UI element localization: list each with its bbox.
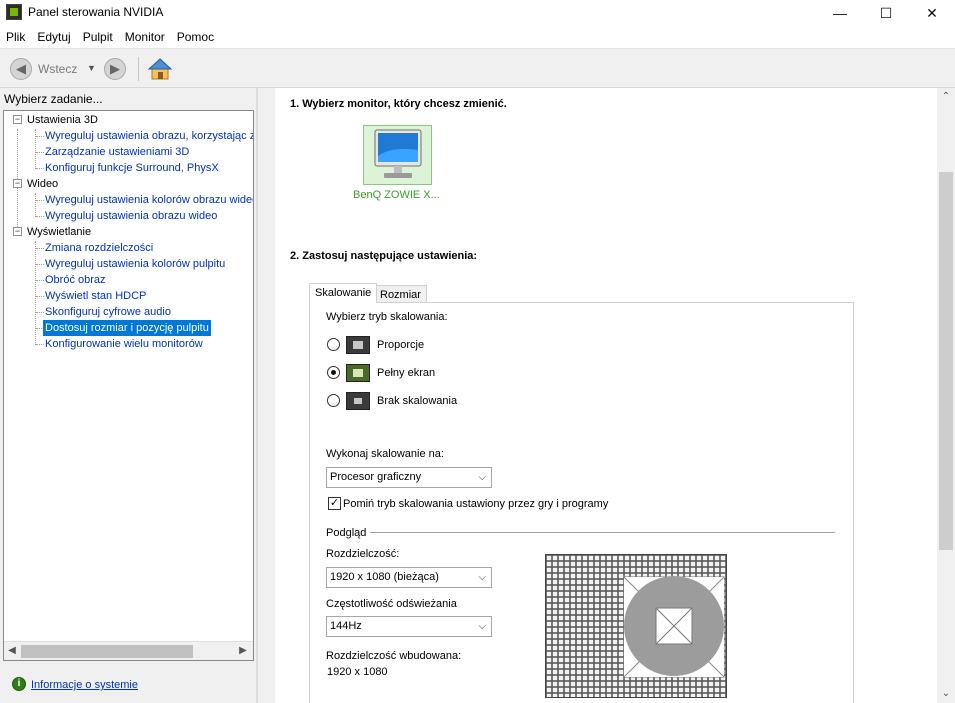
back-history-dropdown-icon[interactable]: ▼	[87, 63, 96, 73]
resolution-label: Rozdzielczość:	[326, 548, 400, 560]
menu-file[interactable]: Plik	[0, 30, 31, 44]
tree-item-multiple-displays[interactable]: Konfigurowanie wielu monitorów	[45, 336, 203, 352]
home-icon[interactable]	[148, 57, 172, 81]
override-scaling-checkbox[interactable]: ✓	[328, 497, 341, 510]
resolution-value: 1920 x 1080 (bieżąca)	[330, 571, 439, 583]
title-bar: Panel sterowania NVIDIA — ☐ ✕	[0, 0, 955, 26]
monitor-select-tile[interactable]	[363, 125, 432, 185]
tree-connector	[35, 129, 36, 169]
no-scaling-icon	[346, 392, 370, 410]
native-resolution-label: Rozdzielczość wbudowana:	[326, 650, 462, 662]
radio-full-screen[interactable]	[327, 366, 340, 379]
refresh-rate-value: 144Hz	[330, 620, 362, 632]
refresh-rate-label: Częstotliwość odświeżania	[326, 598, 457, 610]
app-window: Panel sterowania NVIDIA — ☐ ✕ Plik Edytu…	[0, 0, 955, 703]
step2-title: 2. Zastosuj następujące ustawienia:	[290, 250, 478, 262]
system-info-icon: i	[12, 677, 26, 691]
menu-bar: Plik Edytuj Pulpit Monitor Pomoc	[0, 26, 955, 48]
nvidia-logo-icon	[6, 4, 22, 20]
aspect-ratio-icon	[346, 336, 370, 354]
tree-item-video-image[interactable]: Wyreguluj ustawienia obrazu wideo	[45, 208, 217, 224]
chevron-down-icon: ⌵	[478, 621, 486, 632]
tree-horizontal-scrollbar[interactable]: ◀ ▶	[4, 641, 253, 660]
tree-category-display[interactable]: Wyświetlanie	[27, 224, 91, 240]
scaling-mode-label: Wybierz tryb skalowania:	[326, 311, 448, 323]
tree-item-desktop-color[interactable]: Wyreguluj ustawienia kolorów pulpitu	[45, 256, 225, 272]
radio-aspect-ratio[interactable]	[327, 338, 340, 351]
expander-video-icon[interactable]: −	[13, 179, 22, 188]
test-pattern-graphic	[546, 555, 726, 697]
toolbar-separator	[138, 57, 139, 81]
system-info-link[interactable]: Informacje o systemie	[31, 679, 138, 691]
override-scaling-label[interactable]: Pomiń tryb skalowania ustawiony przez gr…	[343, 498, 608, 510]
tree-category-video[interactable]: Wideo	[27, 176, 58, 192]
tree-connector	[35, 193, 36, 217]
tree-item-digital-audio[interactable]: Skonfiguruj cyfrowe audio	[45, 304, 171, 320]
tree-item-manage-3d[interactable]: Zarządzanie ustawieniami 3D	[45, 144, 189, 160]
tab-scaling[interactable]: Skalowanie	[309, 283, 378, 303]
panel-splitter[interactable]	[256, 88, 258, 703]
step1-title: 1. Wybierz monitor, który chcesz zmienić…	[290, 98, 507, 110]
preview-divider	[370, 532, 835, 533]
scroll-down-icon[interactable]: ⌄	[939, 685, 953, 702]
window-title: Panel sterowania NVIDIA	[28, 5, 164, 19]
scrollbar-thumb[interactable]	[21, 645, 193, 658]
toolbar: ◀ Wstecz ▼ ▶	[0, 48, 955, 88]
scroll-right-icon[interactable]: ▶	[236, 642, 250, 659]
scroll-left-icon[interactable]: ◀	[5, 642, 19, 659]
tree-item-desktop-size-position[interactable]: Dostosuj rozmiar i pozycję pulpitu	[43, 320, 211, 336]
content-vertical-scrollbar[interactable]: ⌃ ⌄	[937, 88, 955, 703]
menu-monitor[interactable]: Monitor	[119, 30, 171, 44]
expander-3d-icon[interactable]: −	[13, 115, 22, 124]
perform-scaling-on-label: Wykonaj skalowanie na:	[326, 448, 444, 460]
chevron-down-icon: ⌵	[478, 472, 486, 483]
tree-item-hdcp-status[interactable]: Wyświetl stan HDCP	[45, 288, 146, 304]
scrollbar-thumb[interactable]	[939, 172, 953, 550]
close-button[interactable]: ✕	[909, 0, 955, 26]
resolution-select[interactable]: 1920 x 1080 (bieżąca) ⌵	[326, 567, 492, 588]
task-tree: − Ustawienia 3D Wyreguluj ustawienia obr…	[3, 110, 254, 661]
perform-scaling-on-value: Procesor graficzny	[330, 471, 422, 483]
menu-desktop[interactable]: Pulpit	[77, 30, 119, 44]
tree-item-rotate-display[interactable]: Obróć obraz	[45, 272, 106, 288]
tree-item-change-resolution[interactable]: Zmiana rozdzielczości	[45, 240, 153, 256]
tree-connector	[35, 241, 36, 345]
chevron-down-icon: ⌵	[478, 572, 486, 583]
monitor-label[interactable]: BenQ ZOWIE X...	[353, 189, 440, 201]
tree-category-3d[interactable]: Ustawienia 3D	[27, 112, 98, 128]
back-button-label[interactable]: Wstecz	[38, 62, 77, 76]
tree-item-video-color[interactable]: Wyreguluj ustawienia kolorów obrazu wide…	[45, 192, 253, 208]
full-screen-icon	[346, 364, 370, 382]
scroll-up-icon[interactable]: ⌃	[939, 88, 953, 105]
refresh-rate-select[interactable]: 144Hz ⌵	[326, 616, 492, 637]
expander-display-icon[interactable]: −	[13, 227, 22, 236]
forward-arrow-icon[interactable]: ▶	[104, 58, 126, 80]
aspect-ratio-label[interactable]: Proporcje	[377, 339, 424, 351]
radio-no-scaling[interactable]	[327, 394, 340, 407]
tab-size[interactable]: Rozmiar	[374, 285, 427, 302]
preview-label: Podgląd	[326, 527, 367, 539]
tree-item-adjust-image-3d[interactable]: Wyreguluj ustawienia obrazu, korzystając…	[45, 128, 253, 144]
native-resolution-value: 1920 x 1080	[327, 666, 388, 678]
minimize-button[interactable]: —	[817, 0, 863, 26]
maximize-button[interactable]: ☐	[863, 0, 909, 26]
perform-scaling-on-select[interactable]: Procesor graficzny ⌵	[326, 467, 492, 488]
tree-item-surround-physx[interactable]: Konfiguruj funkcje Surround, PhysX	[45, 160, 219, 176]
preview-test-pattern	[545, 554, 727, 698]
menu-edit[interactable]: Edytuj	[31, 30, 76, 44]
back-arrow-icon[interactable]: ◀	[10, 58, 32, 80]
menu-help[interactable]: Pomoc	[171, 30, 220, 44]
monitor-icon	[374, 129, 422, 178]
task-panel-header: Wybierz zadanie...	[4, 92, 103, 106]
no-scaling-label[interactable]: Brak skalowania	[377, 395, 457, 407]
full-screen-label[interactable]: Pełny ekran	[377, 367, 435, 379]
